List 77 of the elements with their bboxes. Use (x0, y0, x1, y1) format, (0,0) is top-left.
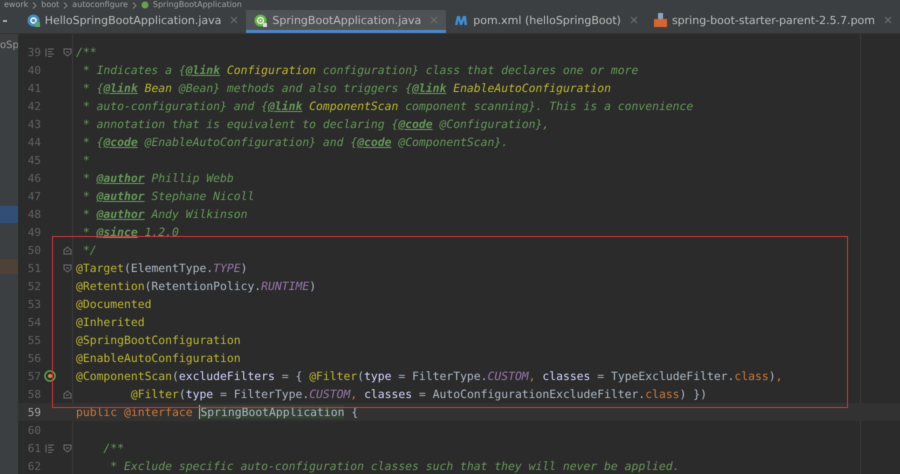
line-number: 60 (26, 424, 41, 436)
code-line: @Retention(RetentionPolicy.RUNTIME) (76, 279, 316, 293)
line-number: 53 (26, 298, 41, 310)
close-icon[interactable] (430, 16, 438, 24)
fold-icon[interactable] (63, 246, 72, 254)
line-number: 40 (26, 64, 41, 76)
line-number: 61 (26, 442, 41, 454)
code-line: @Filter(type = FilterType.CUSTOM, classes = AutoConfigurationExcludeFilter.class) }) (130, 387, 707, 401)
fold-icon[interactable] (63, 444, 72, 452)
code-line: * Indicates a {@link Configuration configuration} class that declares one or more (82, 63, 638, 77)
code-line: * (82, 153, 90, 167)
line-number: 45 (26, 154, 41, 166)
fold-icon[interactable] (63, 48, 72, 56)
annotation-icon (254, 14, 268, 26)
breadcrumb-item[interactable]: SpringBootApplication (152, 0, 242, 10)
leaf-icon (140, 1, 149, 9)
code-line: @Inherited (76, 315, 145, 329)
code-line: * @author Phillip Webb (82, 171, 234, 185)
fold-icon[interactable] (63, 390, 72, 398)
line-number: 47 (26, 190, 41, 202)
code-line: * @author Stephane Nicoll (82, 189, 254, 203)
code-line: @EnableAutoConfiguration (76, 351, 241, 365)
project-tree-item[interactable]: oSp (0, 40, 18, 52)
code-line: * {@code @EnableAutoConfiguration} and {@code @ComponentScan}. (82, 135, 508, 149)
lines-icon[interactable] (44, 444, 54, 452)
fold-icon[interactable] (63, 264, 72, 272)
line-number: 42 (26, 100, 41, 112)
line-number: 39 (26, 46, 41, 58)
code-line: * annotation that is equivalent to declaring {@code @Configuration}, (82, 117, 550, 131)
code-line: @Documented (76, 297, 152, 311)
line-number: 43 (26, 118, 41, 130)
editor-tab[interactable]: HelloSpringBootApplication.java (18, 10, 246, 33)
code-line: * @since 1.2.0 (82, 225, 179, 239)
code-line: @Target(ElementType.TYPE) (76, 261, 248, 275)
lines-icon[interactable] (44, 48, 54, 56)
bean-icon[interactable] (44, 370, 56, 382)
file-icon (654, 13, 667, 27)
line-number: 55 (26, 334, 41, 346)
code-line: @SpringBootConfiguration (76, 333, 241, 347)
code-line: */ (82, 243, 97, 257)
close-icon[interactable] (630, 16, 638, 24)
maven-icon (454, 14, 468, 26)
row-highlight (0, 259, 18, 274)
close-icon[interactable] (884, 16, 892, 24)
line-number: 41 (26, 82, 41, 94)
editor-tab[interactable]: pom.xml (helloSpringBoot) (446, 10, 646, 33)
close-icon[interactable] (230, 16, 238, 24)
line-number: 62 (26, 460, 41, 472)
chevron-icon (132, 2, 137, 8)
code-line: * {@link Bean @Bean} methods and also triggers {@link EnableAutoConfiguration (82, 81, 611, 95)
line-number: 51 (26, 262, 41, 274)
line-number: 54 (26, 316, 41, 328)
editor-tab[interactable]: spring-boot-starter-parent-2.5.7.pom (646, 10, 900, 33)
code-line: @ComponentScan(excludeFilters = { @Filter(type = FilterType.CUSTOM, classes = TypeExcludeFilter.class), (76, 369, 782, 383)
line-number: 59 (26, 406, 41, 418)
line-number: 49 (26, 226, 41, 238)
breadcrumb-item[interactable]: autoconfigure (72, 0, 128, 10)
line-number: 58 (26, 388, 41, 400)
line-number: 56 (26, 352, 41, 364)
line-number: 44 (26, 136, 41, 148)
line-number: 52 (26, 280, 41, 292)
chevron-icon (32, 2, 38, 8)
breadcrumb-item[interactable]: ework (4, 0, 28, 10)
code-line: /** (102, 441, 124, 455)
line-number: 46 (26, 172, 41, 184)
code-line: * auto-configuration} and {@link ComponentScan component scanning}. This is a convenience (82, 99, 694, 113)
code-line: * @author Andy Wilkinson (82, 207, 248, 221)
chevron-icon (63, 2, 68, 8)
line-number: 48 (26, 208, 41, 220)
breadcrumb-item[interactable]: boot (41, 0, 60, 10)
line-number: 50 (26, 244, 41, 256)
editor-tab[interactable]: SpringBootApplication.java (246, 10, 446, 33)
class-icon (26, 14, 40, 26)
code-line: * Exclude specific auto-configuration classes such that they will never be applied. (109, 459, 680, 473)
selection-highlight (0, 206, 18, 223)
code-line: /** (76, 45, 97, 59)
line-number: 57 (26, 370, 41, 382)
